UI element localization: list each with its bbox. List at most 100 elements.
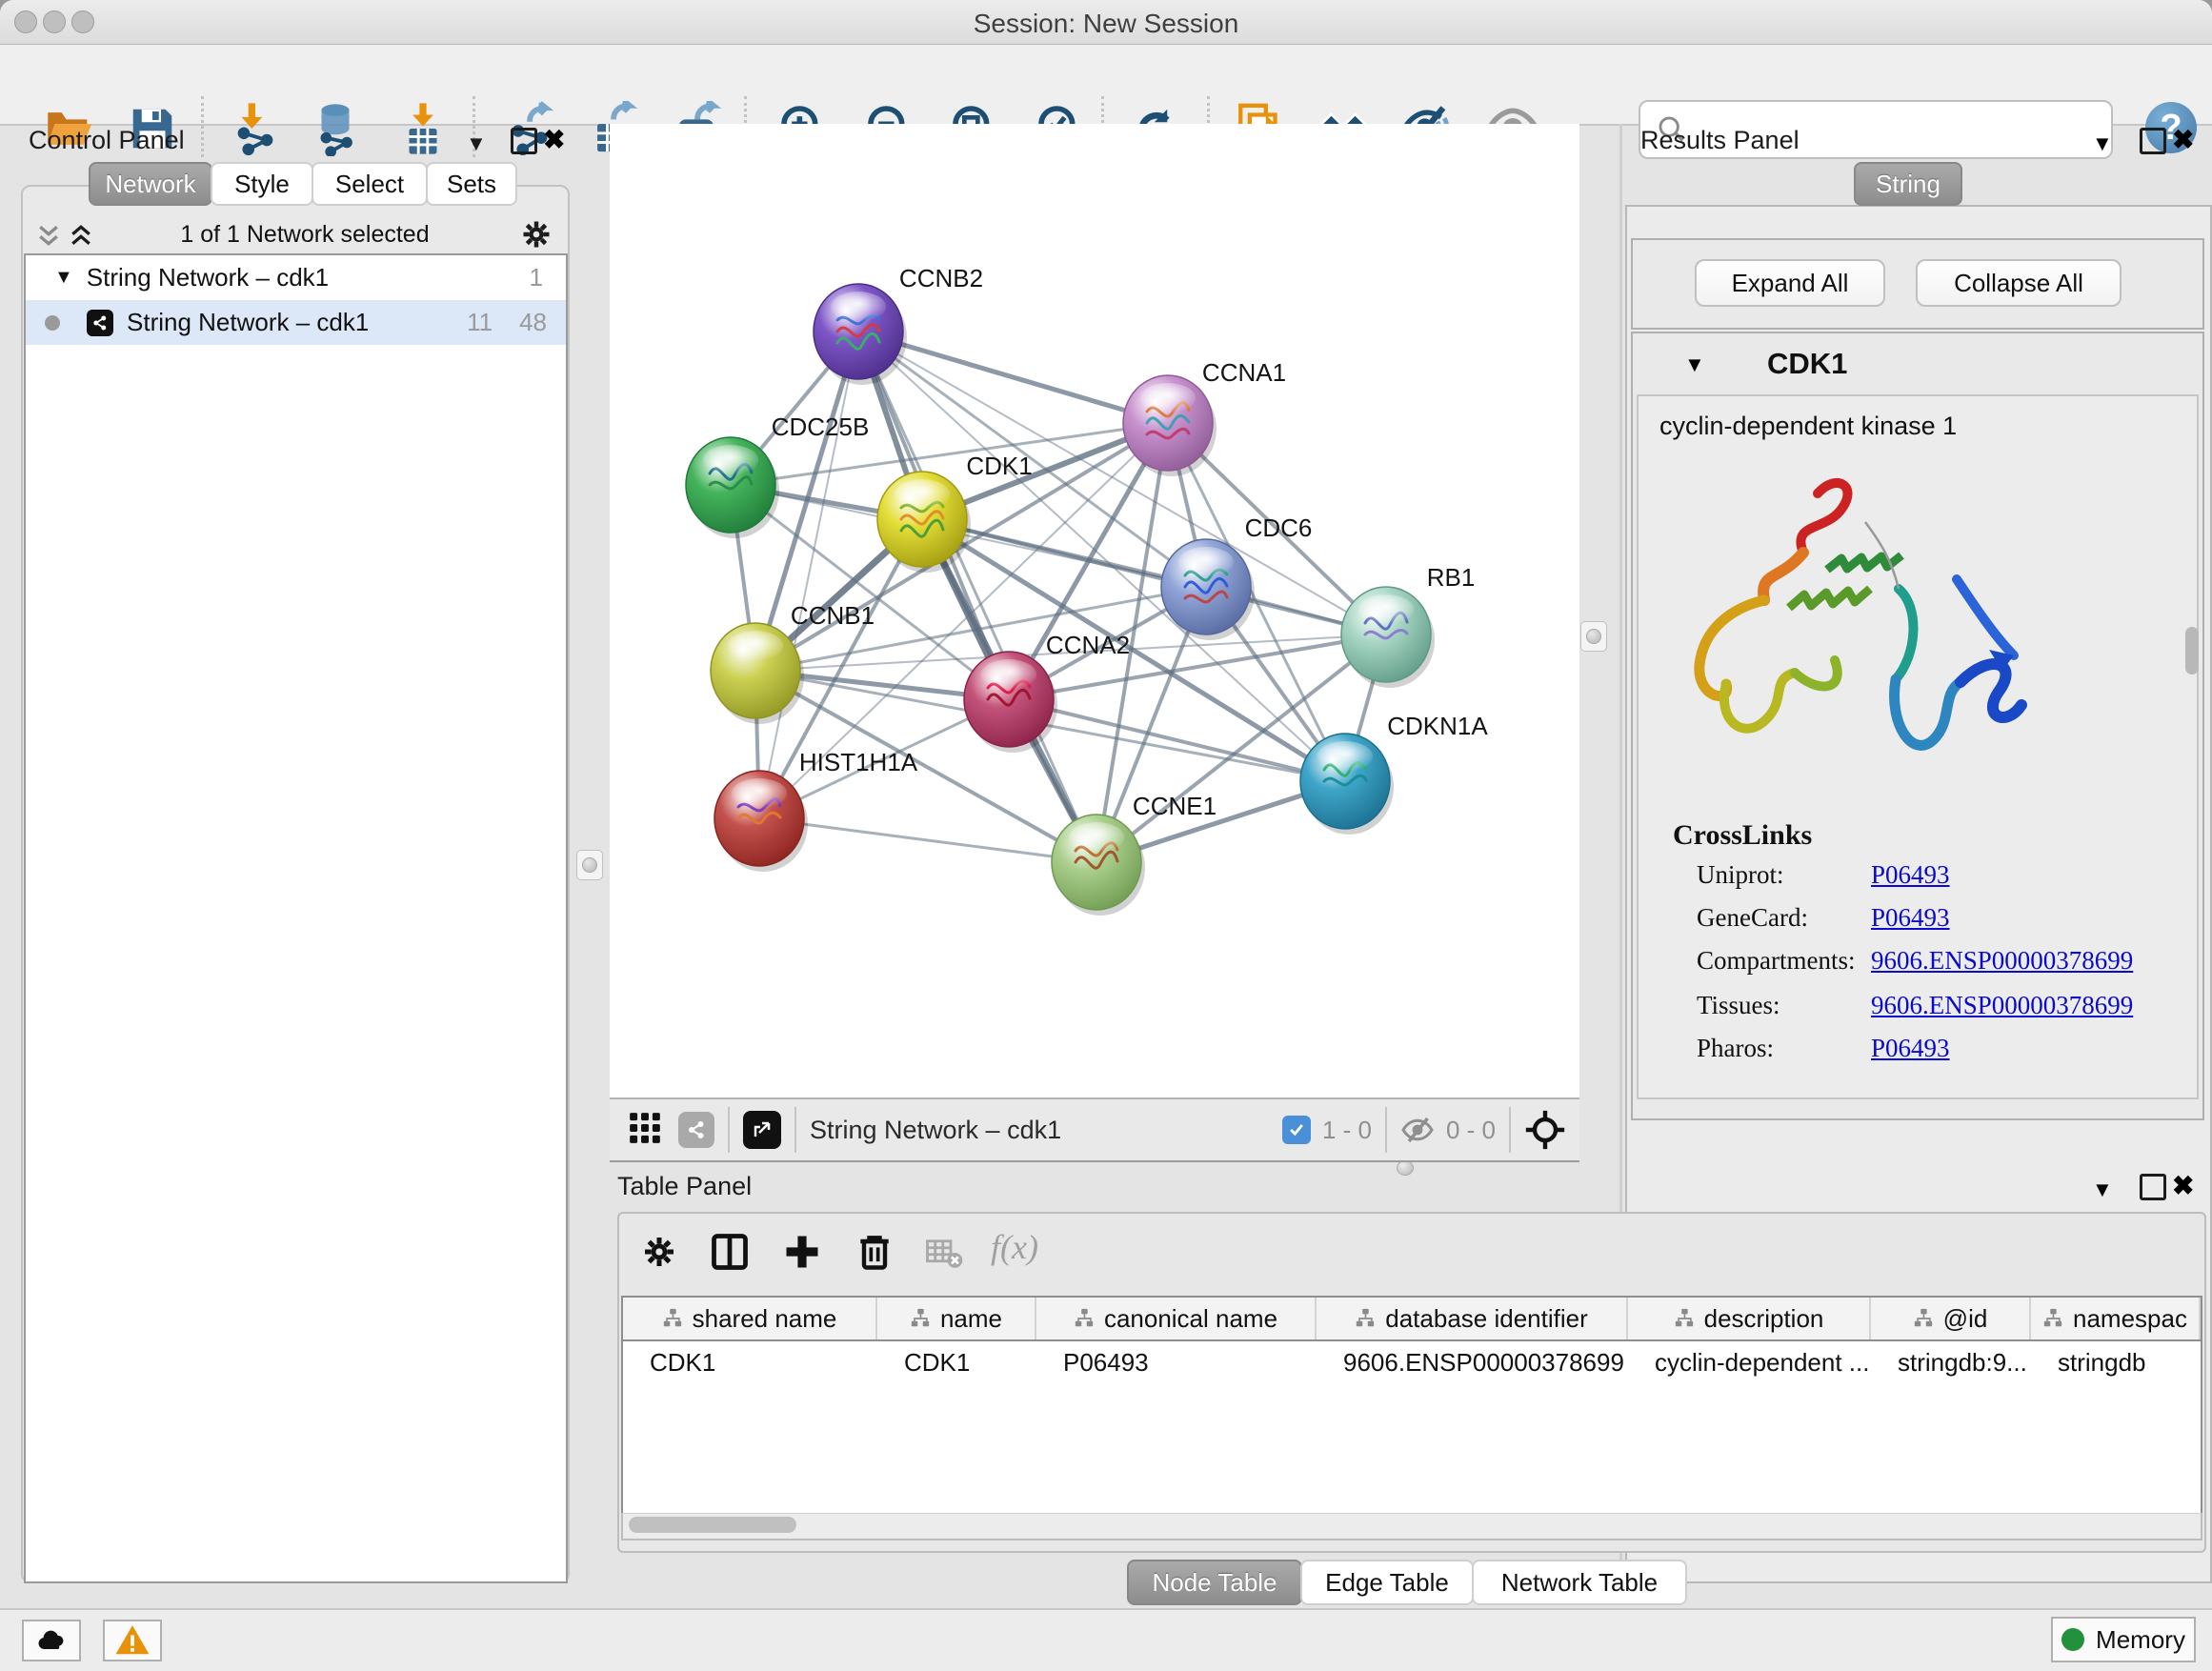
crosslink-label: Tissues: [1697,991,1780,1020]
memory-status-dot-icon [2061,1628,2084,1651]
delete-column-button[interactable] [854,1231,895,1278]
network-node-CDC6[interactable]: CDC6 [1161,513,1312,640]
results-panel-menu-button[interactable]: ▼ [2092,131,2113,156]
genecard-link[interactable]: P06493 [1871,903,1950,933]
tab-node-table[interactable]: Node Table [1127,1560,1302,1605]
bottom-splitter-handle[interactable] [1397,1160,1414,1176]
network-edge[interactable] [858,332,1096,862]
table-cell[interactable]: cyclin-dependent ... [1628,1341,1871,1383]
tab-string[interactable]: String [1854,162,1962,206]
node-label: RB1 [1427,563,1476,592]
tree-collapse-arrow-icon[interactable]: ▼ [54,267,73,289]
control-panel-close-button[interactable]: ✖ [543,124,565,155]
protein-collapse-arrow-icon[interactable]: ▼ [1684,352,1705,377]
tab-style[interactable]: Style [211,162,313,206]
table-options-button[interactable] [640,1233,678,1276]
results-panel-float-button[interactable] [2140,128,2166,154]
import-table-button[interactable] [392,98,453,159]
network-node-CCNA1[interactable]: CCNA1 [1123,358,1286,476]
results-scrollbar-thumb[interactable] [2185,627,2199,674]
column-header-shared-name[interactable]: shared name [623,1298,877,1339]
table-hscrollbar[interactable] [621,1513,2202,1540]
detach-view-button[interactable] [743,1111,781,1149]
import-database-icon [308,101,363,156]
create-column-button[interactable] [781,1231,823,1278]
network-canvas[interactable]: CCNB2CCNA1CDC25BCDK1CDC6RB1CCNB1CCNA2CDK… [610,124,1579,1097]
crosslink-label: GeneCard: [1697,903,1808,933]
column-header-canonical-name[interactable]: canonical name [1036,1298,1317,1339]
right-splitter-handle[interactable] [1580,621,1607,652]
network-view-share-button[interactable] [678,1112,714,1148]
column-header-name[interactable]: name [877,1298,1036,1339]
table-cell[interactable]: CDK1 [877,1341,1036,1383]
control-panel-float-button[interactable] [511,128,537,154]
table-panel-close-button[interactable]: ✖ [2172,1170,2194,1201]
birdseye-crosshair-icon[interactable] [1524,1109,1566,1151]
table-panel-menu-button[interactable]: ▼ [2092,1178,2113,1202]
pharos-link[interactable]: P06493 [1871,1034,1950,1063]
import-network-button[interactable] [225,98,286,159]
show-grid-button[interactable] [627,1110,663,1151]
table-cell[interactable]: P06493 [1036,1341,1317,1383]
network-edge[interactable] [759,818,1096,862]
node-count: 11 [467,308,493,337]
gear-icon [519,217,553,252]
tab-sets[interactable]: Sets [426,162,517,206]
network-node-HIST1H1A[interactable]: HIST1H1A [714,748,918,872]
window-title: Session: New Session [0,9,2212,39]
tab-network-table[interactable]: Network Table [1472,1560,1687,1605]
network-options-button[interactable] [519,217,553,256]
expand-all-button[interactable]: Expand All [1695,259,1885,307]
table-panel-float-button[interactable] [2140,1174,2166,1200]
show-columns-button[interactable] [709,1231,751,1278]
memory-button[interactable]: Memory [2051,1617,2196,1662]
network-node-CCNB2[interactable]: CCNB2 [814,264,983,385]
compartments-link[interactable]: 9606.ENSP00000378699 [1871,946,2133,976]
network-node-CCNB1[interactable]: CCNB1 [711,601,875,724]
node-label: CCNA2 [1046,631,1130,659]
network-share-icon [87,310,113,336]
control-panel-menu-button[interactable]: ▼ [466,131,487,156]
string-network-graph: CCNB2CCNA1CDC25BCDK1CDC6RB1CCNB1CCNA2CDK… [610,124,1579,1097]
expand-all-networks-button[interactable] [67,221,95,254]
main-toolbar: ? [0,45,2212,126]
network-node-RB1[interactable]: RB1 [1341,563,1475,688]
column-type-icon [910,1308,931,1329]
collapse-all-networks-button[interactable] [34,221,63,254]
tab-network[interactable]: Network [89,162,212,206]
tab-edge-table[interactable]: Edge Table [1300,1560,1474,1605]
collapse-all-button[interactable]: Collapse All [1916,259,2122,307]
warnings-button[interactable] [103,1620,162,1661]
uniprot-link[interactable]: P06493 [1871,860,1950,890]
column-header-namespac[interactable]: namespac [2031,1298,2201,1339]
cloud-status-button[interactable] [22,1620,81,1661]
function-builder-button[interactable]: f(x) [991,1227,1038,1267]
network-node-CCNE1[interactable]: CCNE1 [1052,792,1217,916]
network-node-CDKN1A[interactable]: CDKN1A [1300,712,1488,835]
results-panel-close-button[interactable]: ✖ [2172,124,2194,155]
tab-select[interactable]: Select [312,162,428,206]
tissues-link[interactable]: 9606.ENSP00000378699 [1871,991,2133,1020]
network-tree-row-selected[interactable]: String Network – cdk1 11 48 [26,300,566,345]
plus-icon [781,1231,823,1273]
column-header--id[interactable]: @id [1871,1298,2031,1339]
left-splitter-handle[interactable] [576,850,603,880]
toolbar-separator [201,96,204,157]
table-row[interactable]: CDK1CDK1P064939606.ENSP00000378699cyclin… [623,1341,2201,1383]
table-cell[interactable]: CDK1 [623,1341,877,1383]
column-header-description[interactable]: description [1628,1298,1871,1339]
table-cell[interactable]: stringdb:9... [1871,1341,2031,1383]
import-network-from-database-button[interactable] [305,98,366,159]
selected-checkbox-icon[interactable] [1282,1116,1311,1144]
protein-name: CDK1 [1767,347,1847,381]
table-cell[interactable]: 9606.ENSP00000378699 [1317,1341,1628,1383]
network-node-CDK1[interactable]: CDK1 [877,452,1033,573]
delete-table-button[interactable] [924,1233,964,1278]
node-label: CDC6 [1245,513,1313,542]
network-selection-status: 1 of 1 Network selected [114,221,495,249]
network-edge[interactable] [759,332,858,818]
hscrollbar-thumb[interactable] [629,1517,796,1533]
network-tree-root-row[interactable]: ▼ String Network – cdk1 1 [26,255,566,300]
table-cell[interactable]: stringdb [2031,1341,2201,1383]
column-header-database-identifier[interactable]: database identifier [1317,1298,1628,1339]
